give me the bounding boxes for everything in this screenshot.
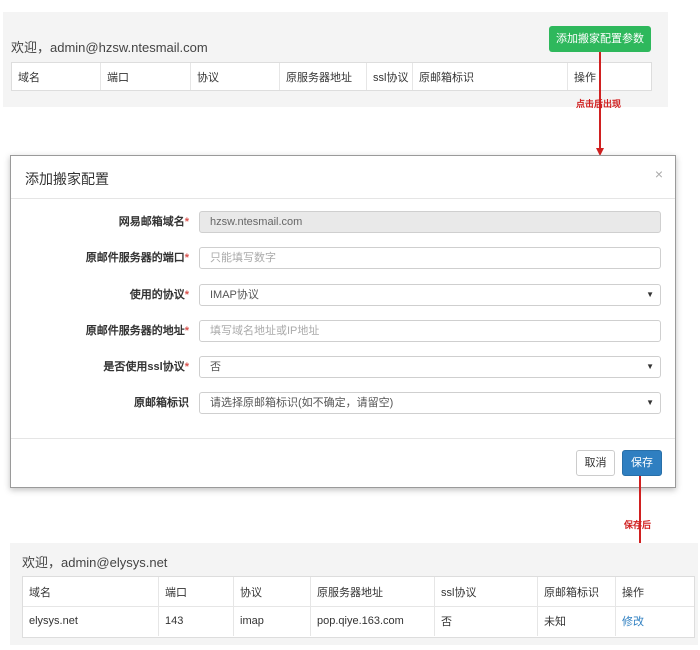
column-header-ssl: ssl协议	[366, 63, 412, 90]
edit-link[interactable]: 修改	[622, 613, 644, 629]
column-header-mail-mark: 原邮箱标识	[537, 577, 615, 606]
column-header-action: 操作	[615, 577, 694, 606]
modal-footer-divider	[11, 438, 675, 439]
top-panel: 欢迎，admin@hzsw.ntesmail.com 添加搬家配置参数 域名 端…	[3, 12, 668, 107]
column-header-domain: 域名	[18, 71, 40, 84]
server-address-input[interactable]: 填写域名地址或IP地址	[199, 320, 661, 342]
add-config-button[interactable]: 添加搬家配置参数	[549, 26, 651, 52]
table-header-row: 域名 端口 协议 原服务器地址 ssl协议 原邮箱标识 操作	[23, 577, 694, 607]
cell-protocol: imap	[233, 606, 310, 636]
column-header-ssl: ssl协议	[434, 577, 537, 606]
column-header-action: 操作	[567, 63, 651, 90]
welcome-text: 欢迎，admin@hzsw.ntesmail.com	[11, 40, 208, 55]
annotation-after-click: 点击后出现	[576, 99, 622, 109]
mail-mark-select-value: 请选择原邮箱标识(如不确定，请留空)	[210, 397, 394, 409]
label-mail-mark: 原邮箱标识	[134, 397, 189, 409]
bottom-panel: 欢迎，admin@elysys.net 域名 端口 协议 原服务器地址 ssl协…	[10, 543, 698, 645]
column-header-domain: 域名	[29, 586, 51, 599]
config-table-header: 域名 端口 协议 原服务器地址 ssl协议 原邮箱标识 操作	[11, 62, 652, 91]
modal-header: 添加搬家配置 ×	[11, 156, 675, 199]
ssl-select-value: 否	[210, 361, 221, 373]
modal-title: 添加搬家配置	[25, 171, 109, 187]
column-header-port: 端口	[158, 577, 233, 606]
cell-mail-mark: 未知	[537, 606, 615, 636]
protocol-select-value: IMAP协议	[210, 289, 259, 301]
column-header-port: 端口	[100, 63, 190, 90]
dropdown-caret-icon: ▼	[646, 362, 654, 371]
annotation-after-save: 保存后	[624, 520, 652, 530]
column-header-mail-mark: 原邮箱标识	[412, 63, 567, 90]
column-header-server: 原服务器地址	[310, 577, 434, 606]
table-row: elysys.net 143 imap pop.qiye.163.com 否 未…	[23, 606, 694, 636]
cell-action: 修改	[615, 606, 694, 636]
netease-domain-input: hzsw.ntesmail.com	[199, 211, 661, 233]
add-config-modal: 添加搬家配置 × 网易邮箱域名* hzsw.ntesmail.com 原邮件服务…	[10, 155, 676, 488]
label-netease-domain: 网易邮箱域名*	[118, 216, 189, 228]
dropdown-caret-icon: ▼	[646, 290, 654, 299]
label-ssl: 是否使用ssl协议*	[103, 361, 189, 373]
cancel-button[interactable]: 取消	[576, 450, 615, 476]
cell-port: 143	[158, 606, 233, 636]
close-icon[interactable]: ×	[655, 166, 663, 182]
cell-server: pop.qiye.163.com	[310, 606, 434, 636]
server-port-input[interactable]: 只能填写数字	[199, 247, 661, 269]
save-button[interactable]: 保存	[622, 450, 662, 476]
column-header-protocol: 协议	[233, 577, 310, 606]
label-protocol: 使用的协议*	[129, 289, 189, 301]
column-header-protocol: 协议	[190, 63, 279, 90]
mail-mark-select[interactable]: 请选择原邮箱标识(如不确定，请留空) ▼	[199, 392, 661, 414]
dropdown-caret-icon: ▼	[646, 398, 654, 407]
protocol-select[interactable]: IMAP协议 ▼	[199, 284, 661, 306]
cell-domain: elysys.net	[29, 615, 78, 627]
config-table: 域名 端口 协议 原服务器地址 ssl协议 原邮箱标识 操作 elysys.ne…	[22, 576, 695, 638]
welcome-text: 欢迎，admin@elysys.net	[22, 555, 168, 570]
cell-ssl: 否	[434, 606, 537, 636]
column-header-server: 原服务器地址	[279, 63, 366, 90]
label-server-address: 原邮件服务器的地址*	[85, 325, 189, 337]
ssl-select[interactable]: 否 ▼	[199, 356, 661, 378]
label-server-port: 原邮件服务器的端口*	[85, 252, 189, 264]
